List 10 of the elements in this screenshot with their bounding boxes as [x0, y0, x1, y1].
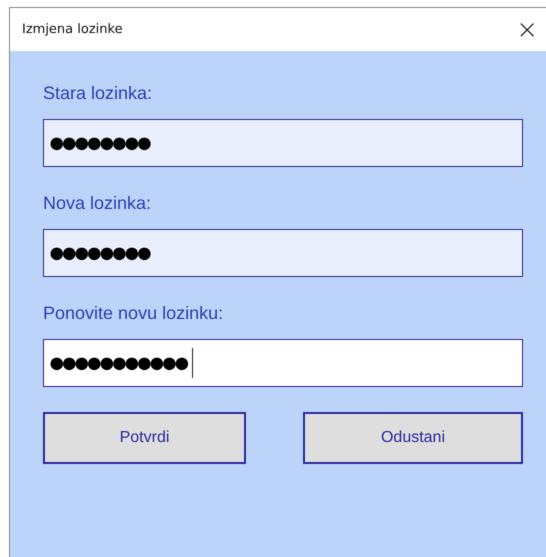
- password-field[interactable]: ●●●●●●●●●●●: [43, 339, 523, 387]
- password-field[interactable]: ●●●●●●●●: [43, 119, 523, 167]
- field-label: Nova lozinka:: [43, 193, 152, 215]
- field-label: Ponovite novu lozinku:: [43, 303, 224, 325]
- password-field[interactable]: ●●●●●●●●: [43, 229, 523, 277]
- dialog-button[interactable]: Potvrdi: [43, 412, 246, 464]
- dialog-button[interactable]: Odustani: [303, 412, 523, 464]
- close-button[interactable]: ×: [508, 16, 546, 42]
- field-label: Stara lozinka:: [43, 83, 154, 105]
- window-title: Izmjena lozinke: [21, 22, 123, 37]
